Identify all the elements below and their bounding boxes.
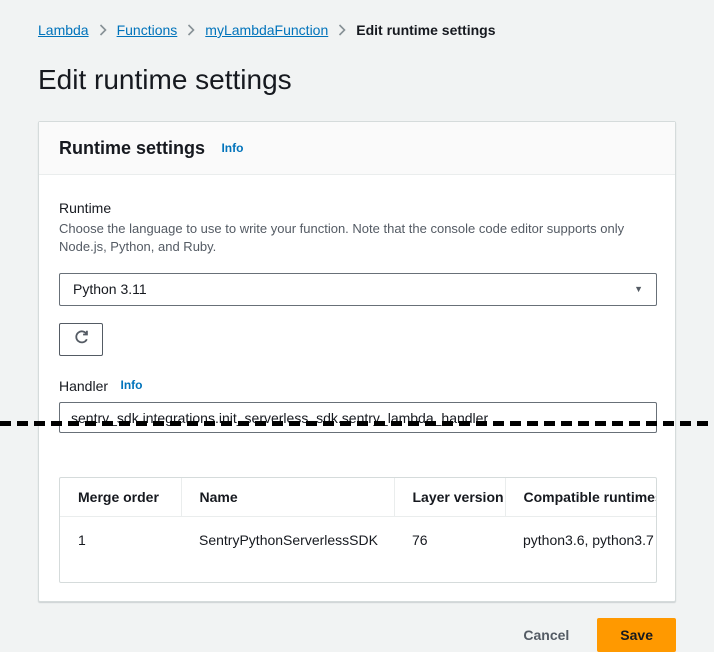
breadcrumb-link-lambda[interactable]: Lambda	[38, 22, 89, 38]
footer-actions: Cancel Save	[38, 618, 676, 652]
table-header-row: Merge order Name Layer version Compatibl…	[60, 478, 657, 517]
chevron-right-icon	[187, 24, 195, 36]
save-button[interactable]: Save	[597, 618, 676, 652]
panel-info-link[interactable]: Info	[221, 141, 243, 155]
panel-header: Runtime settings Info	[39, 122, 675, 175]
chevron-right-icon	[338, 24, 346, 36]
breadcrumb-current: Edit runtime settings	[356, 22, 495, 38]
runtime-select[interactable]: Python 3.11 ▼	[59, 273, 657, 306]
cell-layer-name: SentryPythonServerlessSDK	[181, 517, 394, 561]
breadcrumb-link-function-name[interactable]: myLambdaFunction	[205, 22, 328, 38]
layers-table: Merge order Name Layer version Compatibl…	[60, 478, 657, 560]
screenshot-cut-dashed-line	[0, 421, 714, 426]
breadcrumb: Lambda Functions myLambdaFunction Edit r…	[38, 22, 676, 38]
panel-title: Runtime settings	[59, 138, 205, 158]
runtime-settings-panel: Runtime settings Info Runtime Choose the…	[38, 121, 676, 602]
panel-body: Runtime Choose the language to use to wr…	[39, 175, 675, 601]
cell-layer-version: 76	[394, 517, 505, 561]
handler-info-link[interactable]: Info	[120, 378, 142, 392]
runtime-selected-value: Python 3.11	[73, 281, 147, 297]
page: Lambda Functions myLambdaFunction Edit r…	[0, 0, 714, 652]
runtime-description: Choose the language to use to write your…	[59, 220, 657, 257]
breadcrumb-link-functions[interactable]: Functions	[117, 22, 178, 38]
column-header-name: Name	[181, 478, 394, 517]
column-header-layer-version: Layer version	[394, 478, 505, 517]
layers-table-container: Merge order Name Layer version Compatibl…	[59, 477, 657, 583]
table-row: 1 SentryPythonServerlessSDK 76 python3.6…	[60, 517, 657, 561]
page-title: Edit runtime settings	[38, 64, 676, 96]
refresh-icon	[73, 329, 90, 349]
handler-label: Handler	[59, 378, 108, 394]
column-header-compatible-runtimes: Compatible runtimes	[505, 478, 657, 517]
chevron-down-icon: ▼	[634, 284, 643, 294]
cell-merge-order: 1	[60, 517, 181, 561]
handler-input[interactable]	[59, 402, 657, 433]
refresh-runtimes-button[interactable]	[59, 323, 103, 356]
runtime-label: Runtime	[59, 199, 657, 219]
cell-compatible-runtimes: python3.6, python3.7	[505, 517, 657, 561]
runtime-field: Runtime Choose the language to use to wr…	[59, 199, 657, 356]
chevron-right-icon	[99, 24, 107, 36]
cancel-button[interactable]: Cancel	[523, 621, 569, 649]
column-header-merge-order: Merge order	[60, 478, 181, 517]
